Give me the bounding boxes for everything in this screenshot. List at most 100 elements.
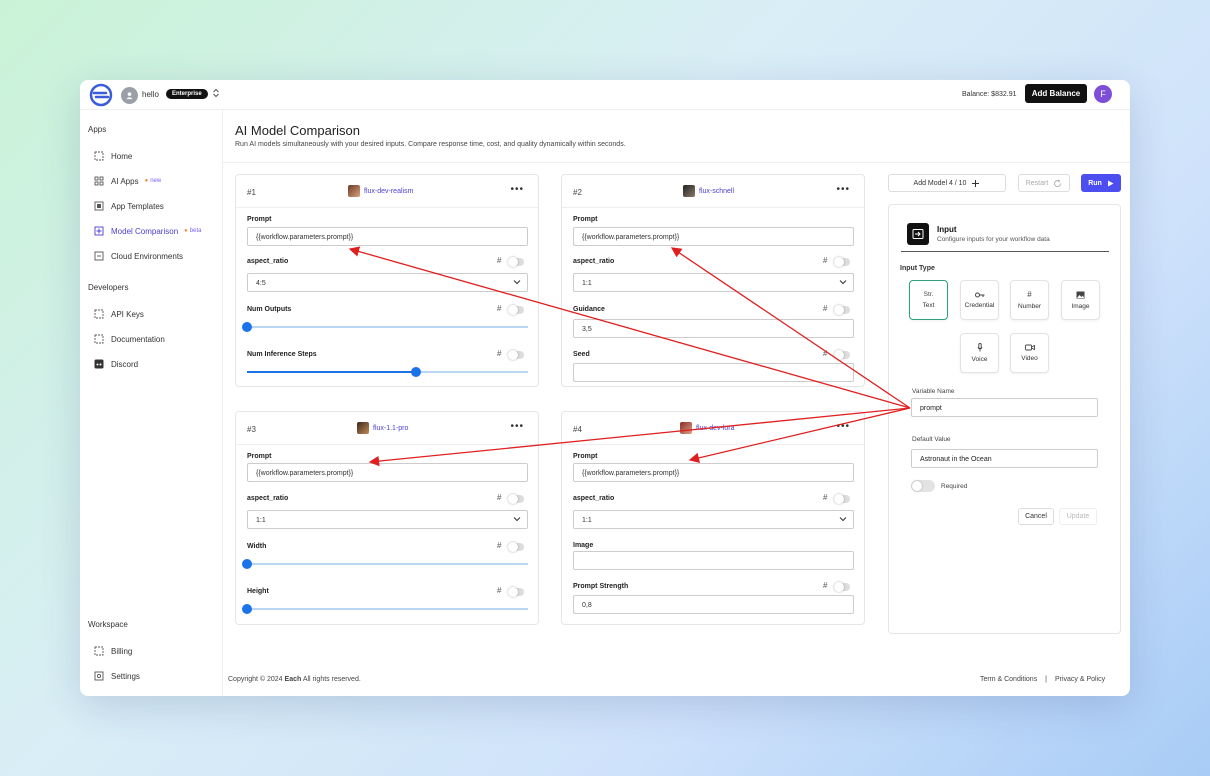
variable-toggle[interactable] — [508, 350, 524, 360]
flame-icon: ● — [144, 178, 149, 184]
variable-toggle[interactable] — [834, 305, 850, 315]
variable-toggle[interactable] — [508, 542, 524, 552]
input-type-voice[interactable]: Voice — [960, 333, 999, 373]
width-slider[interactable] — [242, 559, 528, 569]
chevron-updown-icon[interactable] — [212, 88, 220, 98]
footer-brand[interactable]: Each — [285, 676, 302, 683]
more-options-icon[interactable]: ••• — [510, 184, 524, 195]
variable-hash-icon[interactable]: # — [497, 586, 501, 595]
field-label-guidance: Guidance — [573, 306, 605, 313]
variable-toggle[interactable] — [508, 587, 524, 597]
variable-hash-icon[interactable]: # — [497, 493, 501, 502]
variable-toggle[interactable] — [508, 305, 524, 315]
apps-icon — [94, 176, 104, 186]
variable-hash-icon[interactable]: # — [823, 349, 827, 358]
more-options-icon[interactable]: ••• — [836, 421, 850, 432]
hash-icon: # — [1027, 290, 1032, 299]
variable-hash-icon[interactable]: # — [823, 581, 827, 590]
num-outputs-slider[interactable] — [242, 322, 528, 332]
height-slider[interactable] — [242, 604, 528, 614]
run-button[interactable]: Run — [1081, 174, 1121, 192]
default-value-input[interactable]: Astronaut in the Ocean — [911, 449, 1098, 468]
variable-hash-icon[interactable]: # — [497, 304, 501, 313]
variable-hash-icon[interactable]: # — [823, 256, 827, 265]
page-title: AI Model Comparison — [235, 123, 360, 138]
image-input[interactable] — [573, 551, 854, 570]
aspect-ratio-select[interactable]: 1:1 — [573, 510, 854, 529]
variable-hash-icon[interactable]: # — [497, 256, 501, 265]
aspect-ratio-select[interactable]: 4:5 — [247, 273, 528, 292]
variable-name-label: Variable Name — [912, 388, 955, 395]
input-type-video[interactable]: Video — [1010, 333, 1049, 373]
aspect-ratio-select[interactable]: 1:1 — [247, 510, 528, 529]
prompt-input[interactable]: {{workflow.parameters.prompt}} — [573, 227, 854, 246]
sidebar-item-label: Cloud Environments — [111, 251, 184, 261]
sidebar-item-cloud-environments[interactable]: Cloud Environments — [94, 248, 219, 264]
sidebar-item-documentation[interactable]: Documentation — [94, 331, 219, 347]
org-avatar[interactable] — [121, 87, 138, 104]
guidance-input[interactable]: 3,5 — [573, 319, 854, 338]
sidebar-item-label: App Templates — [111, 201, 164, 211]
variable-hash-icon[interactable]: # — [823, 493, 827, 502]
seed-input[interactable] — [573, 363, 854, 382]
aspect-ratio-select[interactable]: 1:1 — [573, 273, 854, 292]
model-thumbnail — [683, 185, 695, 197]
input-type-text[interactable]: Str. Text — [909, 280, 948, 320]
sidebar-item-label: Settings — [111, 671, 140, 681]
model-selector[interactable]: flux-dev-realism — [348, 185, 413, 197]
update-button[interactable]: Update — [1059, 508, 1097, 525]
discord-icon — [94, 359, 104, 369]
slider-handle[interactable] — [242, 322, 252, 332]
prompt-input[interactable]: {{workflow.parameters.prompt}} — [247, 227, 528, 246]
field-label-image: Image — [573, 542, 594, 549]
sidebar-item-settings[interactable]: Settings — [94, 668, 219, 684]
app-window: hello Enterprise Balance: $832.91 Add Ba… — [80, 80, 1130, 696]
cancel-button[interactable]: Cancel — [1018, 508, 1054, 525]
model-selector[interactable]: flux-1.1-pro — [357, 422, 408, 434]
slider-handle[interactable] — [410, 367, 421, 377]
sidebar-item-home[interactable]: Home — [94, 148, 219, 164]
add-model-button[interactable]: Add Model 4 / 10 — [888, 174, 1006, 192]
variable-toggle[interactable] — [508, 257, 524, 267]
sidebar-item-model-comparison[interactable]: Model Comparison ● beta — [94, 223, 219, 239]
slider-handle[interactable] — [242, 604, 252, 614]
num-inference-steps-slider[interactable] — [247, 367, 528, 377]
slider-handle[interactable] — [242, 559, 252, 569]
variable-toggle[interactable] — [834, 257, 850, 267]
input-type-image[interactable]: Image — [1061, 280, 1100, 320]
app-logo-icon[interactable] — [89, 83, 113, 107]
add-balance-button[interactable]: Add Balance — [1025, 84, 1087, 103]
sidebar-item-billing[interactable]: Billing — [94, 643, 219, 659]
required-toggle[interactable] — [911, 480, 935, 492]
more-options-icon[interactable]: ••• — [510, 421, 524, 432]
select-value: 1:1 — [582, 280, 592, 287]
card-divider — [236, 207, 538, 208]
variable-toggle[interactable] — [834, 350, 850, 360]
sidebar-item-app-templates[interactable]: App Templates — [94, 198, 219, 214]
key-icon — [974, 292, 984, 297]
prompt-input[interactable]: {{workflow.parameters.prompt}} — [247, 463, 528, 482]
variable-toggle[interactable] — [834, 494, 850, 504]
document-icon — [94, 334, 104, 344]
input-type-number[interactable]: # Number — [1010, 280, 1049, 320]
variable-toggle[interactable] — [508, 494, 524, 504]
model-selector[interactable]: flux-schnell — [683, 185, 734, 197]
prompt-input[interactable]: {{workflow.parameters.prompt}} — [573, 463, 854, 482]
privacy-link[interactable]: Privacy & Policy — [1055, 676, 1105, 683]
input-type-credential[interactable]: Credential — [960, 280, 999, 320]
terms-link[interactable]: Term & Conditions — [980, 676, 1037, 683]
restart-button[interactable]: Restart — [1018, 174, 1070, 192]
variable-name-input[interactable]: prompt — [911, 398, 1098, 417]
more-options-icon[interactable]: ••• — [836, 184, 850, 195]
variable-toggle[interactable] — [834, 582, 850, 592]
sidebar-item-api-keys[interactable]: API Keys — [94, 306, 219, 322]
sidebar-item-discord[interactable]: Discord — [94, 356, 219, 372]
top-bar: hello Enterprise Balance: $832.91 Add Ba… — [80, 80, 1130, 110]
sidebar-item-ai-apps[interactable]: AI Apps ● new — [94, 173, 219, 189]
variable-hash-icon[interactable]: # — [823, 304, 827, 313]
user-avatar[interactable]: F — [1094, 85, 1112, 103]
variable-hash-icon[interactable]: # — [497, 349, 501, 358]
prompt-strength-input[interactable]: 0,8 — [573, 595, 854, 614]
model-selector[interactable]: flux-dev-lora — [680, 422, 735, 434]
variable-hash-icon[interactable]: # — [497, 541, 501, 550]
